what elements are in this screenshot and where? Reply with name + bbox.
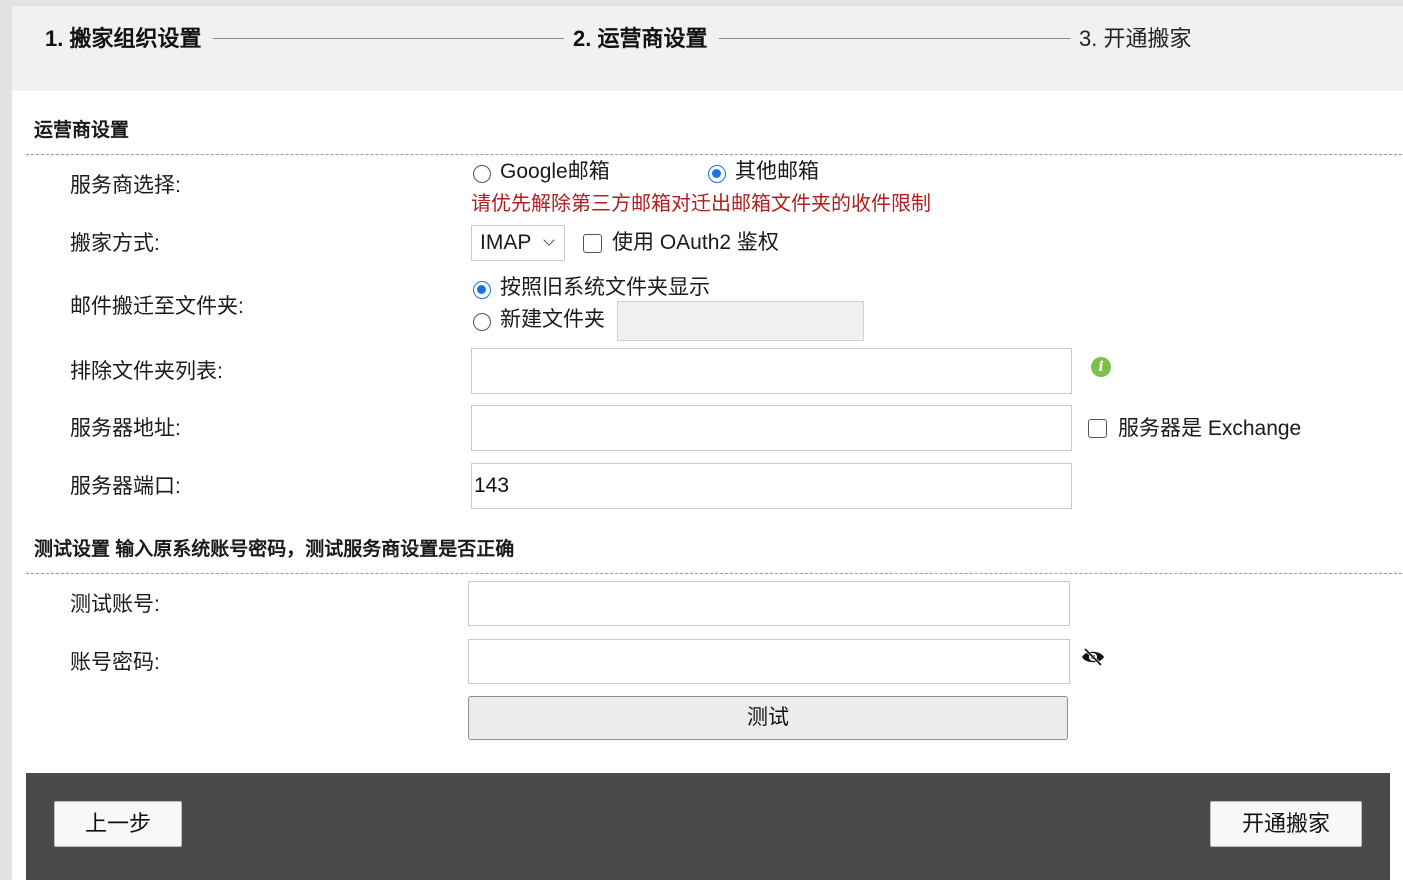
provider-label: 服务商选择: <box>70 174 181 197</box>
migration-wizard: 1. 搬家组织设置 2. 运营商设置 3. 开通搬家 运营商设置 服务商选择: … <box>12 6 1403 880</box>
oauth-checkbox[interactable] <box>583 234 602 253</box>
folder-keep-structure-radio[interactable] <box>473 281 491 299</box>
test-section-title: 测试设置 输入原系统账号密码，测试服务商设置是否正确 <box>34 539 515 560</box>
server-address-label: 服务器地址: <box>70 417 181 440</box>
step-1-org-settings[interactable]: 1. 搬家组织设置 <box>45 24 201 54</box>
provider-other-radio[interactable] <box>708 165 726 183</box>
test-account-label: 测试账号: <box>70 593 160 616</box>
target-folder-label: 邮件搬迁至文件夹: <box>70 295 244 318</box>
folder-new-radio[interactable] <box>473 313 491 331</box>
provider-warning-text: 请优先解除第三方邮箱对迁出邮箱文件夹的收件限制 <box>471 193 931 215</box>
folder-keep-structure-label[interactable]: 按照旧系统文件夹显示 <box>500 274 710 302</box>
provider-google-radio[interactable] <box>473 165 491 183</box>
exclude-folders-input[interactable] <box>471 348 1072 394</box>
eye-slash-icon[interactable] <box>1081 646 1105 668</box>
method-select-value: IMAP <box>480 231 532 254</box>
password-label: 账号密码: <box>70 651 160 674</box>
server-address-input[interactable] <box>471 405 1072 451</box>
section-divider <box>26 154 1402 155</box>
exclude-folders-label: 排除文件夹列表: <box>70 360 223 383</box>
exchange-checkbox[interactable] <box>1088 419 1107 438</box>
test-account-input[interactable] <box>468 581 1070 626</box>
new-folder-input[interactable] <box>617 301 864 341</box>
provider-section-title: 运营商设置 <box>34 120 130 141</box>
section-divider <box>26 573 1402 574</box>
info-icon[interactable]: i <box>1091 357 1111 377</box>
password-input[interactable] <box>468 639 1070 684</box>
wizard-stepper: 1. 搬家组织设置 2. 运营商设置 3. 开通搬家 <box>12 6 1403 91</box>
step-connector <box>213 38 564 39</box>
step-3-enable-migration[interactable]: 3. 开通搬家 <box>1079 24 1191 54</box>
step-connector <box>719 38 1070 39</box>
server-port-input[interactable] <box>471 463 1072 509</box>
server-port-label: 服务器端口: <box>70 475 181 498</box>
test-button[interactable]: 测试 <box>468 696 1068 740</box>
prev-step-button[interactable]: 上一步 <box>54 801 182 847</box>
method-label: 搬家方式: <box>70 232 160 255</box>
provider-other-label[interactable]: 其他邮箱 <box>735 158 819 186</box>
wizard-footer: 上一步 开通搬家 <box>26 773 1390 880</box>
oauth-label[interactable]: 使用 OAuth2 鉴权 <box>612 229 779 257</box>
provider-google-label[interactable]: Google邮箱 <box>500 158 610 186</box>
enable-migration-button[interactable]: 开通搬家 <box>1210 801 1362 847</box>
chevron-down-icon <box>543 234 555 246</box>
exchange-label[interactable]: 服务器是 Exchange <box>1118 415 1301 443</box>
step-2-provider-settings[interactable]: 2. 运营商设置 <box>573 24 707 54</box>
method-select[interactable]: IMAP <box>471 225 565 261</box>
folder-new-label[interactable]: 新建文件夹 <box>500 306 605 334</box>
